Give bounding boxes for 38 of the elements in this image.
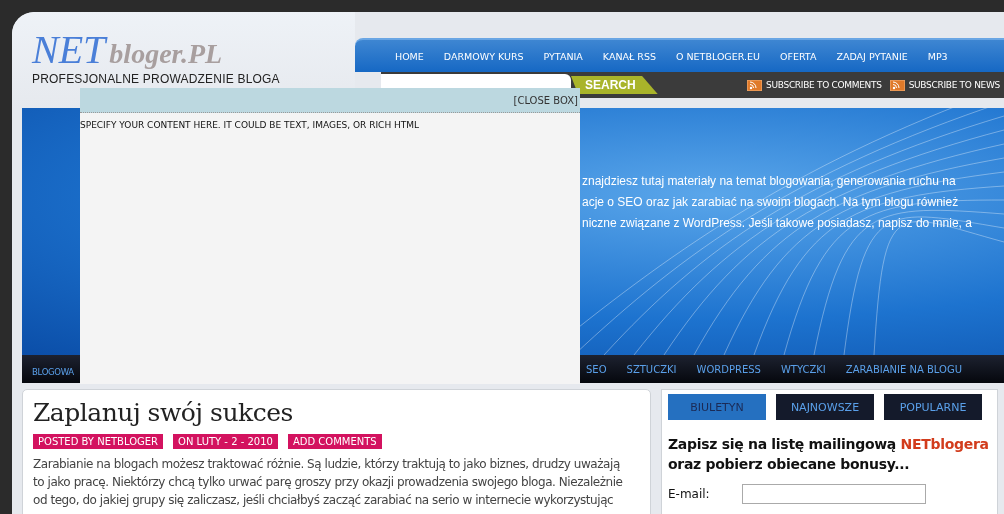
sidebar-tab[interactable]: NAJNOWSZE (776, 394, 874, 420)
post-title: Zaplanuj swój sukces (33, 398, 293, 427)
nav-link[interactable]: OFERTA (770, 50, 827, 62)
email-label: E-mail: (668, 487, 711, 501)
nav-link[interactable]: ZADAJ PYTANIE (826, 50, 918, 62)
sidebar-tab[interactable]: BIULETYN (668, 394, 766, 420)
post-meta-tag: ADD COMMENTS (287, 434, 382, 449)
close-box-link[interactable]: [CLOSE BOX] (513, 94, 578, 106)
subscribe-link[interactable]: SUBSCRIBE TO NEWS (889, 79, 1000, 91)
post-meta-tag: POSTED BY NETBLOGER (33, 434, 164, 449)
nav-link[interactable]: HOME (385, 50, 434, 62)
nav-link[interactable]: KANAŁ RSS (592, 50, 666, 62)
category-link[interactable]: SZTUCZKI (616, 363, 687, 375)
popup-content-text: SPECIFY YOUR CONTENT HERE. IT COULD BE TEXT, IMAGES, OR RICH HTML (80, 120, 420, 130)
post-meta-tag: ON LUTY - 2 - 2010 (173, 434, 278, 449)
category-link[interactable]: BLOGOWA (32, 366, 74, 377)
newsletter-heading: Zapisz się na listę mailingową NETblogera oraz pobierz obiecane bonusy... (668, 435, 990, 474)
intro-text-line: znajdziesz tutaj materiały na temat blogowania, generowania ruchu na (582, 173, 957, 190)
subscribe-link[interactable]: SUBSCRIBE TO COMMENTS (747, 79, 882, 91)
site-tagline: PROFESJONALNE PROWADZENIE BLOGA (32, 72, 280, 86)
post-text-line: Zarabianie na blogach możesz traktować różnie. Są ludzie, którzy traktują to jako biznes, drudzy uważają (33, 456, 621, 473)
rss-icon (889, 79, 905, 91)
post-text-line: to jako pracę. Niektórzy chcą tylko urwać parę groszy przy okazji prowadzenia swojego bloga. Niezależnie (33, 474, 624, 491)
logo-net[interactable]: NET (32, 32, 106, 68)
category-link[interactable]: SEO (576, 363, 617, 375)
intro-text-line: niczne związane z WordPress. Jeśli takowe posiadasz, napisz do mnie, a (582, 215, 973, 232)
email-field[interactable] (742, 484, 926, 504)
sidebar-tab[interactable]: POPULARNE (884, 394, 982, 420)
nav-link[interactable]: DARMOWY KURS (433, 50, 534, 62)
category-link[interactable]: ZARABIANIE NA BLOGU (835, 363, 972, 375)
intro-text-line: acje o SEO oraz jak zarabiać na swoim blogach. Na tym blogu również (582, 194, 960, 211)
post-text-line: od tego, do jakiej grupy się zaliczasz, jeśli chciałbyś zacząć zarabiać na serio w internecie wykorzystując (33, 492, 615, 509)
category-link[interactable]: WTYCZKI (770, 363, 836, 375)
nav-link[interactable]: MP3 (917, 50, 958, 62)
rss-icon (747, 79, 763, 91)
nav-link[interactable]: O NETBLOGER.EU (666, 50, 770, 62)
category-link[interactable]: WORDPRESS (686, 363, 771, 375)
nav-link[interactable]: PYTANIA (533, 50, 593, 62)
